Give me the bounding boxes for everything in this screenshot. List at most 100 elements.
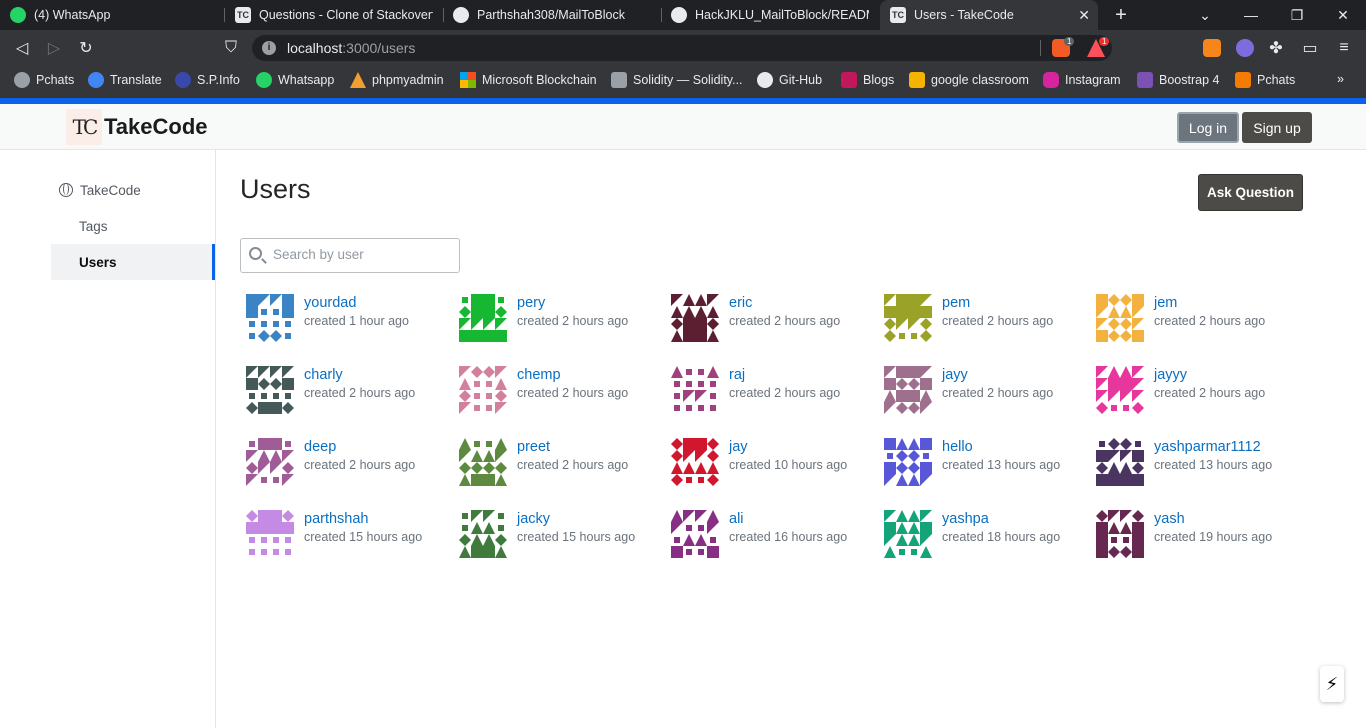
login-button[interactable]: Log in bbox=[1177, 112, 1239, 143]
identicon-cell bbox=[483, 450, 495, 462]
metamask-icon[interactable] bbox=[1203, 39, 1221, 57]
user-name-link[interactable]: pem bbox=[942, 295, 970, 311]
close-tab-icon[interactable]: ✕ bbox=[1078, 7, 1090, 24]
sidebar-item-tags[interactable]: Tags bbox=[51, 208, 215, 244]
menu-icon[interactable]: ≡ bbox=[1334, 38, 1354, 58]
user-avatar[interactable] bbox=[246, 294, 294, 342]
bookmarks-overflow-icon[interactable]: » bbox=[1337, 72, 1344, 86]
search-input[interactable] bbox=[273, 247, 453, 262]
bookmark-pchats[interactable]: Pchats bbox=[14, 72, 74, 88]
tab-questions[interactable]: TC Questions - Clone of Stackoverflow bbox=[225, 0, 443, 30]
user-avatar[interactable] bbox=[459, 510, 507, 558]
user-avatar[interactable] bbox=[671, 438, 719, 486]
user-name-link[interactable]: yashparmar1112 bbox=[1154, 439, 1261, 455]
identicon-cell bbox=[1132, 546, 1144, 558]
new-tab-icon[interactable]: + bbox=[1098, 0, 1144, 30]
user-name-link[interactable]: pery bbox=[517, 295, 545, 311]
identicon-cell bbox=[884, 330, 896, 342]
sidebar-item-takecode[interactable]: TakeCode bbox=[51, 172, 215, 208]
bookmark-microsoft-blockchain[interactable]: Microsoft Blockchain bbox=[460, 72, 597, 88]
user-name-link[interactable]: parthshah bbox=[304, 511, 369, 527]
user-name-link[interactable]: charly bbox=[304, 367, 343, 383]
user-search[interactable] bbox=[240, 238, 460, 273]
reload-icon[interactable]: ↻ bbox=[76, 38, 96, 58]
minimize-icon[interactable]: — bbox=[1228, 0, 1274, 30]
bookmark-translate[interactable]: Translate bbox=[88, 72, 162, 88]
logo-text[interactable]: TakeCode bbox=[104, 114, 208, 140]
user-avatar[interactable] bbox=[671, 294, 719, 342]
wallet-icon[interactable]: ▭ bbox=[1300, 38, 1320, 58]
bookmark-solidity[interactable]: Solidity — Solidity... bbox=[611, 72, 743, 88]
sidebar-item-users[interactable]: Users bbox=[51, 244, 215, 280]
user-avatar[interactable] bbox=[459, 366, 507, 414]
user-avatar[interactable] bbox=[246, 438, 294, 486]
user-avatar[interactable] bbox=[1096, 366, 1144, 414]
ask-question-button[interactable]: Ask Question bbox=[1198, 174, 1303, 211]
bookmark-blogs[interactable]: Blogs bbox=[841, 72, 894, 88]
bookmark-label: Boostrap 4 bbox=[1159, 73, 1220, 87]
forward-icon[interactable]: ▷ bbox=[44, 38, 64, 58]
identicon-cell bbox=[258, 402, 270, 414]
bookmark-instagram[interactable]: Instagram bbox=[1043, 72, 1121, 88]
bookmark-google-classroom[interactable]: google classroom bbox=[909, 72, 1029, 88]
user-avatar[interactable] bbox=[671, 366, 719, 414]
bookmark-icon[interactable]: ⛉ bbox=[221, 38, 241, 58]
extension-avatar-icon[interactable] bbox=[1236, 39, 1254, 57]
identicon-cell bbox=[1120, 522, 1132, 534]
identicon-cell bbox=[707, 510, 719, 522]
signup-button[interactable]: Sign up bbox=[1242, 112, 1312, 143]
identicon-cell bbox=[1120, 462, 1132, 474]
extensions-puzzle-icon[interactable]: ✤ bbox=[1266, 38, 1286, 58]
tab-github-mailtoblock[interactable]: Parthshah308/MailToBlock bbox=[443, 0, 661, 30]
user-name-link[interactable]: chemp bbox=[517, 367, 561, 383]
bookmark-whatsapp[interactable]: Whatsapp bbox=[256, 72, 334, 88]
bookmark-github[interactable]: Git-Hub bbox=[757, 72, 822, 88]
user-avatar[interactable] bbox=[1096, 510, 1144, 558]
user-avatar[interactable] bbox=[459, 438, 507, 486]
bookmark-pchats-2[interactable]: Pchats bbox=[1235, 72, 1295, 88]
user-avatar[interactable] bbox=[246, 510, 294, 558]
address-bar[interactable]: i localhost:3000/users 1 1 bbox=[252, 35, 1112, 61]
user-avatar[interactable] bbox=[884, 438, 932, 486]
logo-mark[interactable]: TC bbox=[66, 109, 102, 145]
user-avatar[interactable] bbox=[884, 294, 932, 342]
window-close-icon[interactable]: ✕ bbox=[1320, 0, 1366, 30]
tab-users-takecode[interactable]: TC Users - TakeCode ✕ bbox=[880, 0, 1098, 30]
user-avatar[interactable] bbox=[246, 366, 294, 414]
user-avatar[interactable] bbox=[671, 510, 719, 558]
user-name-link[interactable]: raj bbox=[729, 367, 745, 383]
user-name-link[interactable]: hello bbox=[942, 439, 973, 455]
identicon-cell bbox=[459, 378, 471, 390]
user-name-link[interactable]: eric bbox=[729, 295, 752, 311]
identicon-cell bbox=[1120, 474, 1132, 486]
user-avatar[interactable] bbox=[1096, 438, 1144, 486]
identicon-cell bbox=[698, 381, 704, 387]
user-name-link[interactable]: preet bbox=[517, 439, 550, 455]
site-info-icon[interactable]: i bbox=[262, 41, 276, 55]
user-name-link[interactable]: jayy bbox=[942, 367, 968, 383]
lightning-icon[interactable]: ⚡ bbox=[1320, 666, 1344, 702]
user-avatar[interactable] bbox=[884, 510, 932, 558]
identicon-cell bbox=[495, 318, 507, 330]
tab-whatsapp[interactable]: (4) WhatsApp bbox=[0, 0, 225, 30]
user-name-link[interactable]: ali bbox=[729, 511, 744, 527]
user-name-link[interactable]: yashpa bbox=[942, 511, 989, 527]
restore-icon[interactable]: ❐ bbox=[1274, 0, 1320, 30]
user-name-link[interactable]: deep bbox=[304, 439, 336, 455]
chevron-down-icon[interactable]: ⌄ bbox=[1182, 0, 1228, 30]
user-avatar[interactable] bbox=[459, 294, 507, 342]
user-name-link[interactable]: yourdad bbox=[304, 295, 356, 311]
user-name-link[interactable]: yash bbox=[1154, 511, 1185, 527]
user-avatar[interactable] bbox=[1096, 294, 1144, 342]
user-name-link[interactable]: jem bbox=[1154, 295, 1177, 311]
user-name-link[interactable]: jayyy bbox=[1154, 367, 1187, 383]
bookmark-spinfo[interactable]: S.P.Info bbox=[175, 72, 240, 88]
bookmark-bootstrap[interactable]: Boostrap 4 bbox=[1137, 72, 1219, 88]
user-name-link[interactable]: jay bbox=[729, 439, 748, 455]
tab-github-readme[interactable]: HackJKLU_MailToBlock/README.m bbox=[661, 0, 879, 30]
identicon-cell bbox=[495, 402, 507, 414]
back-icon[interactable]: ◁ bbox=[12, 38, 32, 58]
user-name-link[interactable]: jacky bbox=[517, 511, 550, 527]
bookmark-phpmyadmin[interactable]: phpmyadmin bbox=[350, 72, 444, 88]
user-avatar[interactable] bbox=[884, 366, 932, 414]
